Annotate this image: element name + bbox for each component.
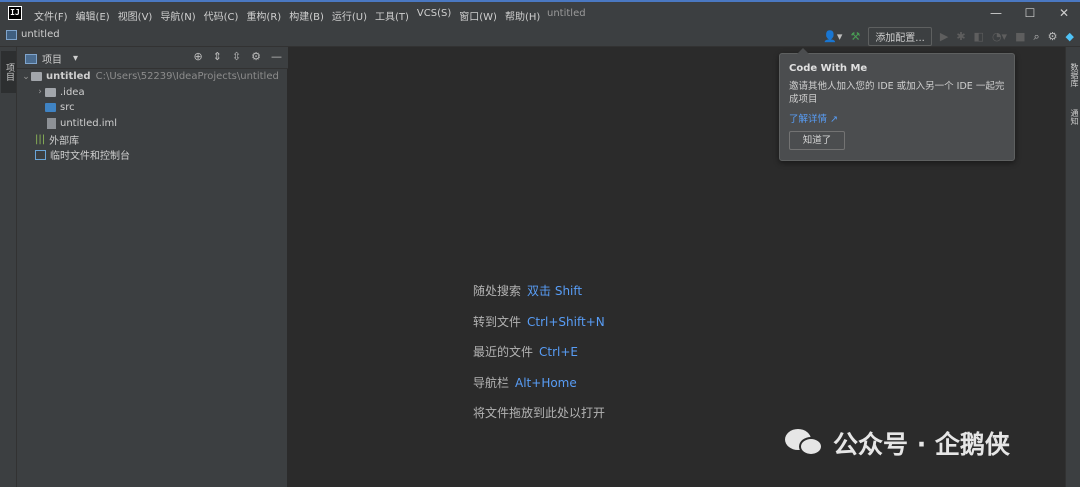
search-icon[interactable]: ⌕	[1033, 29, 1039, 45]
hint-shortcut: 双击 Shift	[527, 284, 583, 298]
menu-file[interactable]: 文件(F)	[34, 8, 68, 23]
hint-shortcut: Ctrl+Shift+N	[527, 315, 605, 329]
hint-label: 随处搜索	[473, 284, 522, 298]
popup-title: Code With Me	[789, 63, 868, 74]
main-menu: 文件(F) 编辑(E) 视图(V) 导航(N) 代码(C) 重构(R) 构建(B…	[34, 8, 540, 23]
hammer-icon[interactable]: ⚒	[850, 29, 860, 45]
iml-file-icon	[47, 118, 56, 130]
expand-all-icon[interactable]: ⇕	[213, 50, 222, 63]
tree-item-path: C:\Users\52239\IdeaProjects\untitled	[95, 71, 279, 83]
code-with-me-user-icon[interactable]: 👤▾	[823, 29, 842, 45]
tree-item-label: untitled	[46, 71, 91, 83]
tree-item-iml[interactable]: untitled.iml	[17, 116, 288, 132]
database-tool-tab[interactable]: 数据库	[1067, 63, 1080, 87]
tree-item-root[interactable]: ⌄ untitled C:\Users\52239\IdeaProjects\u…	[17, 69, 288, 85]
run-icon[interactable]: ▶	[940, 29, 948, 45]
hide-icon[interactable]: —	[271, 50, 282, 63]
right-tool-stripe: 数据库 通知	[1065, 47, 1080, 487]
minimize-button[interactable]: —	[988, 6, 1004, 20]
tree-item-idea[interactable]: › .idea	[17, 85, 288, 101]
tree-item-label: src	[60, 102, 75, 114]
hint-label: 导航栏	[473, 376, 510, 390]
watermark-text: 公众号 · 企鹅侠	[833, 430, 1010, 459]
breadcrumb-project[interactable]: untitled	[21, 29, 60, 40]
project-tree: ⌄ untitled C:\Users\52239\IdeaProjects\u…	[17, 69, 288, 163]
navigation-bar: untitled 👤▾ ⚒ 添加配置... ▶ ✱ ◧ ◔▾ ■ ⌕ ⚙ ◆	[0, 26, 1080, 47]
welcome-hint: 最近的文件 Ctrl+E	[473, 343, 578, 360]
close-button[interactable]: ✕	[1056, 6, 1072, 20]
chevron-down-icon[interactable]: ⌄	[21, 72, 31, 82]
hint-label: 最近的文件	[473, 345, 534, 359]
code-with-me-popup: Code With Me 邀请其他人加入您的 IDE 或加入另一个 IDE 一起…	[779, 48, 1015, 161]
menu-navigate[interactable]: 导航(N)	[160, 8, 195, 23]
profile-icon[interactable]: ◔▾	[992, 29, 1007, 45]
gear-icon[interactable]: ⚙	[1048, 29, 1058, 45]
tree-item-label: 临时文件和控制台	[50, 151, 130, 163]
stop-icon[interactable]: ■	[1015, 29, 1025, 45]
menu-vcs[interactable]: VCS(S)	[417, 8, 451, 23]
panel-actions: ⊕ ⇕ ⇳ ⚙ —	[193, 50, 282, 63]
menu-view[interactable]: 视图(V)	[118, 8, 153, 23]
project-view-selector[interactable]: 项目 ▾	[25, 51, 78, 66]
hint-label: 将文件拖放到此处以打开	[473, 406, 606, 420]
tree-item-external-libraries[interactable]: ||| 外部库	[17, 131, 288, 147]
watermark: 公众号 · 企鹅侠	[785, 425, 1010, 461]
module-folder-icon	[31, 72, 42, 82]
learn-more-link[interactable]: 了解详情 ↗	[789, 111, 838, 125]
menu-code[interactable]: 代码(C)	[204, 8, 239, 23]
debug-icon[interactable]: ✱	[956, 29, 965, 45]
got-it-button[interactable]: 知道了	[789, 131, 845, 150]
panel-title: 项目	[42, 55, 62, 66]
welcome-hint: 转到文件 Ctrl+Shift+N	[473, 313, 605, 330]
menu-help[interactable]: 帮助(H)	[505, 8, 540, 23]
tree-item-src[interactable]: src	[17, 100, 288, 116]
wechat-icon	[785, 427, 825, 459]
title-bar: IJ 文件(F) 编辑(E) 视图(V) 导航(N) 代码(C) 重构(R) 构…	[0, 0, 1080, 26]
chevron-right-icon[interactable]: ›	[35, 87, 45, 97]
collapse-all-icon[interactable]: ⇳	[232, 50, 241, 63]
menu-build[interactable]: 构建(B)	[289, 8, 324, 23]
project-panel-header: 项目 ▾ ⊕ ⇕ ⇳ ⚙ —	[17, 47, 288, 69]
chevron-down-icon[interactable]: ▾	[73, 53, 78, 64]
menu-tools[interactable]: 工具(T)	[375, 8, 409, 23]
hint-shortcut: Ctrl+E	[539, 345, 579, 359]
hint-label: 转到文件	[473, 315, 522, 329]
library-icon: |||	[35, 133, 46, 145]
welcome-hint: 导航栏 Alt+Home	[473, 374, 577, 391]
breadcrumb[interactable]: untitled	[6, 29, 60, 40]
toolbar: 👤▾ ⚒ 添加配置... ▶ ✱ ◧ ◔▾ ■ ⌕ ⚙ ◆	[823, 27, 1074, 46]
plugin-icon[interactable]: ◆	[1066, 29, 1074, 45]
tree-item-label: .idea	[60, 86, 85, 98]
welcome-hint: 将文件拖放到此处以打开	[473, 404, 605, 421]
intellij-logo-icon[interactable]: IJ	[8, 6, 22, 20]
notifications-tool-tab[interactable]: 通知	[1067, 109, 1080, 125]
left-tool-stripe: 项目	[0, 47, 17, 487]
tree-item-scratches[interactable]: 临时文件和控制台	[17, 147, 288, 163]
tree-item-label: 外部库	[49, 135, 80, 147]
source-folder-icon	[45, 103, 56, 113]
menu-refactor[interactable]: 重构(R)	[246, 8, 281, 23]
popup-arrow	[797, 48, 809, 54]
project-folder-icon	[6, 29, 17, 40]
popup-body: 邀请其他人加入您的 IDE 或加入另一个 IDE 一起完成项目	[789, 81, 1005, 105]
folder-icon	[45, 87, 56, 97]
maximize-button[interactable]: ☐	[1022, 6, 1038, 20]
project-panel: 项目 ▾ ⊕ ⇕ ⇳ ⚙ — ⌄ untitled C:\Users\52239…	[17, 47, 288, 487]
gear-icon[interactable]: ⚙	[251, 50, 261, 63]
add-configuration-button[interactable]: 添加配置...	[868, 27, 932, 46]
project-tool-tab[interactable]: 项目	[1, 51, 16, 93]
scratch-icon	[35, 149, 46, 160]
project-view-icon	[25, 53, 37, 64]
hint-shortcut: Alt+Home	[515, 376, 577, 390]
menu-run[interactable]: 运行(U)	[332, 8, 367, 23]
tree-item-label: untitled.iml	[60, 118, 118, 130]
locate-icon[interactable]: ⊕	[193, 50, 202, 63]
coverage-icon[interactable]: ◧	[974, 29, 984, 45]
window-title: untitled	[547, 8, 586, 19]
menu-window[interactable]: 窗口(W)	[459, 8, 497, 23]
menu-edit[interactable]: 编辑(E)	[76, 8, 110, 23]
welcome-hint: 随处搜索 双击 Shift	[473, 282, 582, 299]
